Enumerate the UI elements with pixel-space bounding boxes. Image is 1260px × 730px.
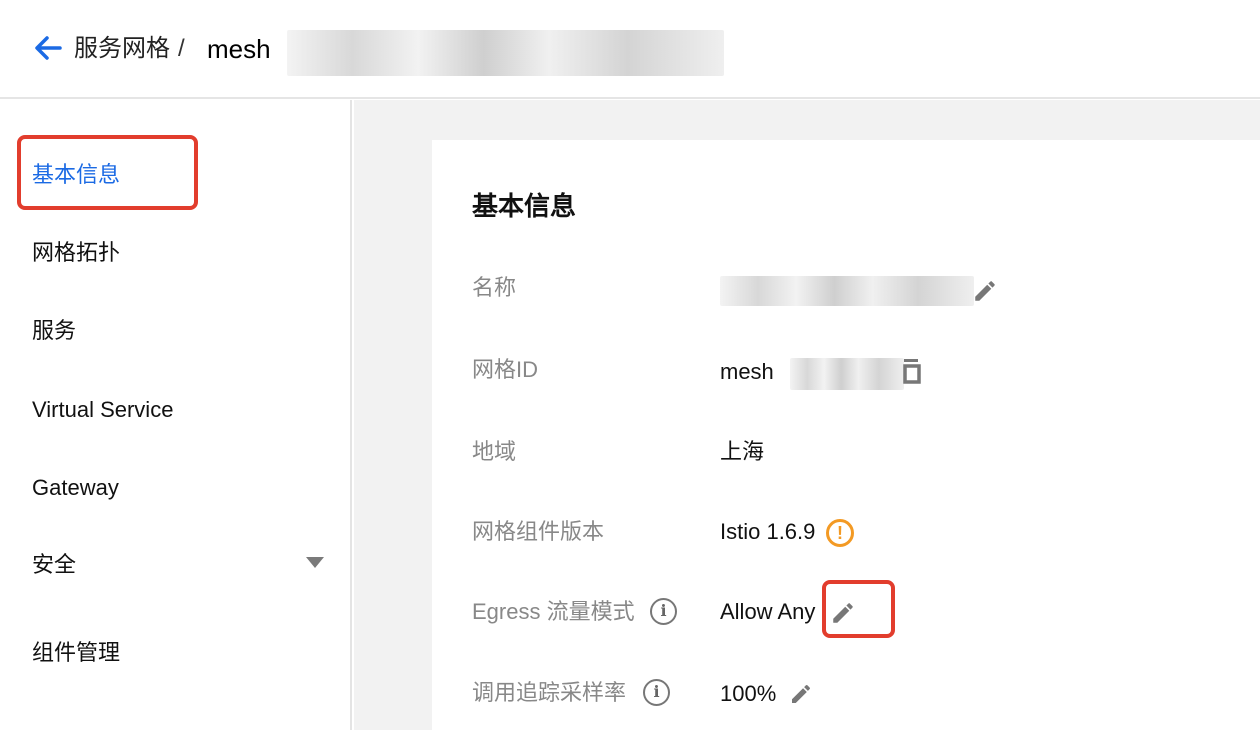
field-value-trace-sampling: 100% xyxy=(720,681,777,706)
sidebar-item-virtual-service[interactable]: Virtual Service xyxy=(32,395,173,425)
field-label-egress-mode: Egress 流量模式 xyxy=(472,599,635,624)
sidebar-item-gateway[interactable]: Gateway xyxy=(32,473,119,503)
highlight-annotation-sidebar xyxy=(17,135,198,210)
sidebar-item-security[interactable]: 安全 xyxy=(32,550,76,580)
pencil-icon[interactable] xyxy=(972,278,998,304)
breadcrumb-current: mesh xyxy=(207,34,271,64)
copy-icon[interactable] xyxy=(900,358,922,384)
field-value-mesh-id: mesh xyxy=(720,359,774,384)
basic-info-card xyxy=(432,140,1260,730)
field-label-component-version: 网格组件版本 xyxy=(472,519,605,544)
redacted-mesh-id-suffix xyxy=(790,358,904,390)
breadcrumb-separator: / xyxy=(178,35,185,62)
field-value-component-version: Istio 1.6.9 xyxy=(720,519,816,544)
field-value-region: 上海 xyxy=(720,439,765,464)
card-title: 基本信息 xyxy=(472,191,577,221)
field-value-egress-mode: Allow Any xyxy=(720,599,816,624)
highlight-annotation-egress-edit xyxy=(822,580,895,638)
sidebar-item-services[interactable]: 服务 xyxy=(32,316,76,346)
chevron-down-icon[interactable] xyxy=(306,557,324,568)
field-label-region: 地域 xyxy=(472,439,517,464)
field-label-mesh-id: 网格ID xyxy=(472,357,539,382)
info-circle-icon[interactable]: i xyxy=(643,679,670,706)
redacted-name-value xyxy=(720,276,974,306)
redacted-mesh-id xyxy=(287,30,724,76)
field-label-trace-sampling: 调用追踪采样率 xyxy=(472,680,627,705)
sidebar-item-topology[interactable]: 网格拓扑 xyxy=(32,238,120,268)
top-bar: 服务网格 / mesh xyxy=(0,0,1260,99)
field-label-name: 名称 xyxy=(472,275,517,300)
arrow-left-icon[interactable] xyxy=(32,32,64,64)
warning-circle-icon[interactable]: ! xyxy=(826,519,854,547)
pencil-icon[interactable] xyxy=(789,682,813,706)
sidebar-item-components[interactable]: 组件管理 xyxy=(32,638,120,668)
info-circle-icon[interactable]: i xyxy=(650,598,677,625)
breadcrumb-parent[interactable]: 服务网格 xyxy=(74,31,170,67)
